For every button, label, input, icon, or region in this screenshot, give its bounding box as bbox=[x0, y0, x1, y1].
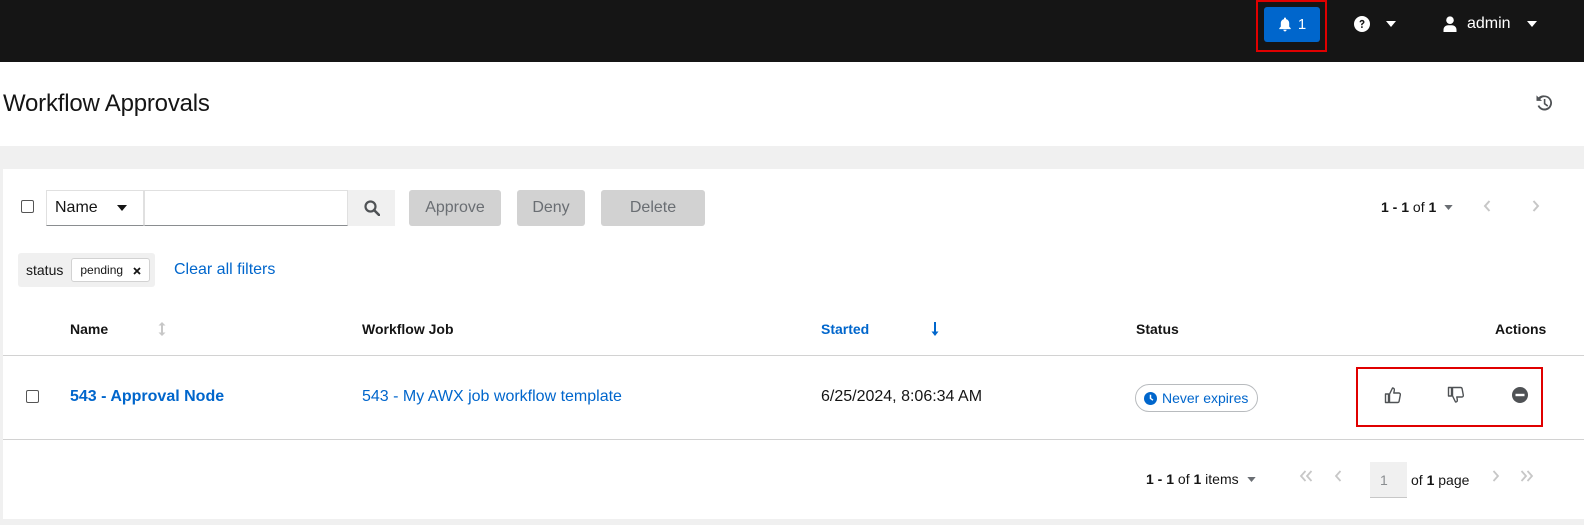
workflow-job-link[interactable]: 543 - My AWX job workflow template bbox=[362, 388, 622, 406]
filter-chip: pending bbox=[71, 258, 151, 282]
bottom-pager-items: items bbox=[1205, 471, 1239, 487]
page-header: Workflow Approvals bbox=[0, 62, 1584, 146]
column-header-actions: Actions bbox=[1495, 321, 1547, 337]
column-header-name[interactable]: Name bbox=[70, 321, 166, 337]
clear-all-filters-link[interactable]: Clear all filters bbox=[174, 261, 275, 279]
approve-action-button[interactable] bbox=[1384, 386, 1402, 409]
caret-down-icon bbox=[1386, 21, 1396, 27]
row-checkbox[interactable] bbox=[26, 390, 39, 403]
clock-icon bbox=[1144, 391, 1157, 405]
page-title: Workflow Approvals bbox=[3, 90, 210, 117]
pager-range: 1 - 1 bbox=[1381, 199, 1410, 215]
page-label: page bbox=[1438, 472, 1470, 488]
caret-down-icon bbox=[1444, 204, 1453, 210]
filter-chip-group: status pending bbox=[18, 253, 156, 287]
status-text: Never expires bbox=[1162, 390, 1249, 406]
of-page-label: of 1 page bbox=[1411, 472, 1469, 488]
deny-action-button[interactable] bbox=[1447, 386, 1465, 409]
column-header-status: Status bbox=[1136, 321, 1179, 337]
sort-icon bbox=[158, 322, 166, 336]
remove-chip-button[interactable] bbox=[133, 262, 141, 278]
approval-name-link[interactable]: 543 - Approval Node bbox=[70, 388, 224, 406]
next-page-button[interactable] bbox=[1532, 199, 1540, 217]
next-page-bottom-button[interactable] bbox=[1492, 469, 1500, 487]
bottom-pager-range: 1 - 1 bbox=[1146, 471, 1175, 487]
top-masthead: 1 admin bbox=[0, 0, 1584, 62]
history-icon[interactable] bbox=[1535, 94, 1553, 117]
help-menu-toggle[interactable] bbox=[1354, 14, 1396, 34]
user-name: admin bbox=[1467, 15, 1511, 32]
approvals-panel: Name Approve Deny Delete 1 - 1 of 1 stat… bbox=[3, 169, 1584, 519]
user-menu-toggle[interactable]: admin bbox=[1443, 14, 1537, 34]
deny-button[interactable]: Deny bbox=[517, 190, 585, 226]
bottom-pager-total: 1 bbox=[1193, 471, 1202, 487]
column-header-started[interactable]: Started bbox=[821, 321, 939, 337]
total-pages: 1 bbox=[1426, 472, 1435, 488]
notifications-count: 1 bbox=[1297, 16, 1307, 33]
approve-button[interactable]: Approve bbox=[409, 190, 501, 226]
caret-down-icon bbox=[117, 205, 127, 211]
column-header-workflow-job: Workflow Job bbox=[362, 321, 454, 337]
question-circle-icon bbox=[1354, 16, 1370, 32]
page-number-input[interactable]: 1 bbox=[1370, 462, 1407, 498]
long-arrow-down-icon bbox=[931, 322, 939, 336]
bell-icon bbox=[1279, 17, 1291, 32]
search-icon bbox=[363, 200, 380, 216]
previous-page-button[interactable] bbox=[1483, 199, 1491, 217]
bottom-pagination-toggle[interactable]: 1 - 1 of 1 items bbox=[1146, 471, 1256, 487]
pager-of: of bbox=[1412, 199, 1425, 215]
started-value: 6/25/2024, 8:06:34 AM bbox=[821, 388, 983, 405]
search-input[interactable] bbox=[144, 190, 348, 226]
angle-double-right-icon bbox=[1520, 470, 1534, 482]
close-icon bbox=[133, 267, 141, 275]
angle-double-left-icon bbox=[1299, 470, 1313, 482]
bottom-pager-of: of bbox=[1177, 471, 1190, 487]
angle-right-icon bbox=[1532, 200, 1540, 212]
user-icon bbox=[1443, 16, 1457, 32]
select-all-checkbox[interactable] bbox=[21, 200, 34, 213]
filter-field-select[interactable]: Name bbox=[46, 190, 144, 226]
last-page-button[interactable] bbox=[1520, 469, 1534, 487]
first-page-button[interactable] bbox=[1299, 469, 1313, 487]
angle-right-icon bbox=[1492, 470, 1500, 482]
status-badge: Never expires bbox=[1135, 384, 1259, 412]
filter-field-value: Name bbox=[55, 199, 98, 216]
column-header-started-label: Started bbox=[821, 321, 870, 337]
chip-label: pending bbox=[80, 263, 124, 277]
minus-circle-icon bbox=[1512, 387, 1528, 403]
caret-down-icon bbox=[1526, 21, 1537, 27]
angle-left-icon bbox=[1483, 200, 1491, 212]
delete-button[interactable]: Delete bbox=[601, 190, 705, 226]
angle-left-icon bbox=[1334, 470, 1342, 482]
column-header-name-label: Name bbox=[70, 321, 109, 337]
thumbs-up-icon bbox=[1384, 387, 1402, 404]
chip-category: status bbox=[26, 262, 64, 278]
thumbs-down-icon bbox=[1447, 386, 1465, 403]
search-button[interactable] bbox=[348, 190, 395, 226]
top-pagination-toggle[interactable]: 1 - 1 of 1 bbox=[1381, 199, 1453, 215]
pager-total: 1 bbox=[1428, 199, 1437, 215]
of-page-prefix: of bbox=[1411, 472, 1423, 488]
cancel-action-button[interactable] bbox=[1511, 386, 1529, 409]
table-row: 543 - Approval Node 543 - My AWX job wor… bbox=[3, 356, 1584, 440]
previous-page-bottom-button[interactable] bbox=[1334, 469, 1342, 487]
caret-down-icon bbox=[1246, 476, 1256, 482]
notifications-button[interactable]: 1 bbox=[1264, 7, 1320, 42]
